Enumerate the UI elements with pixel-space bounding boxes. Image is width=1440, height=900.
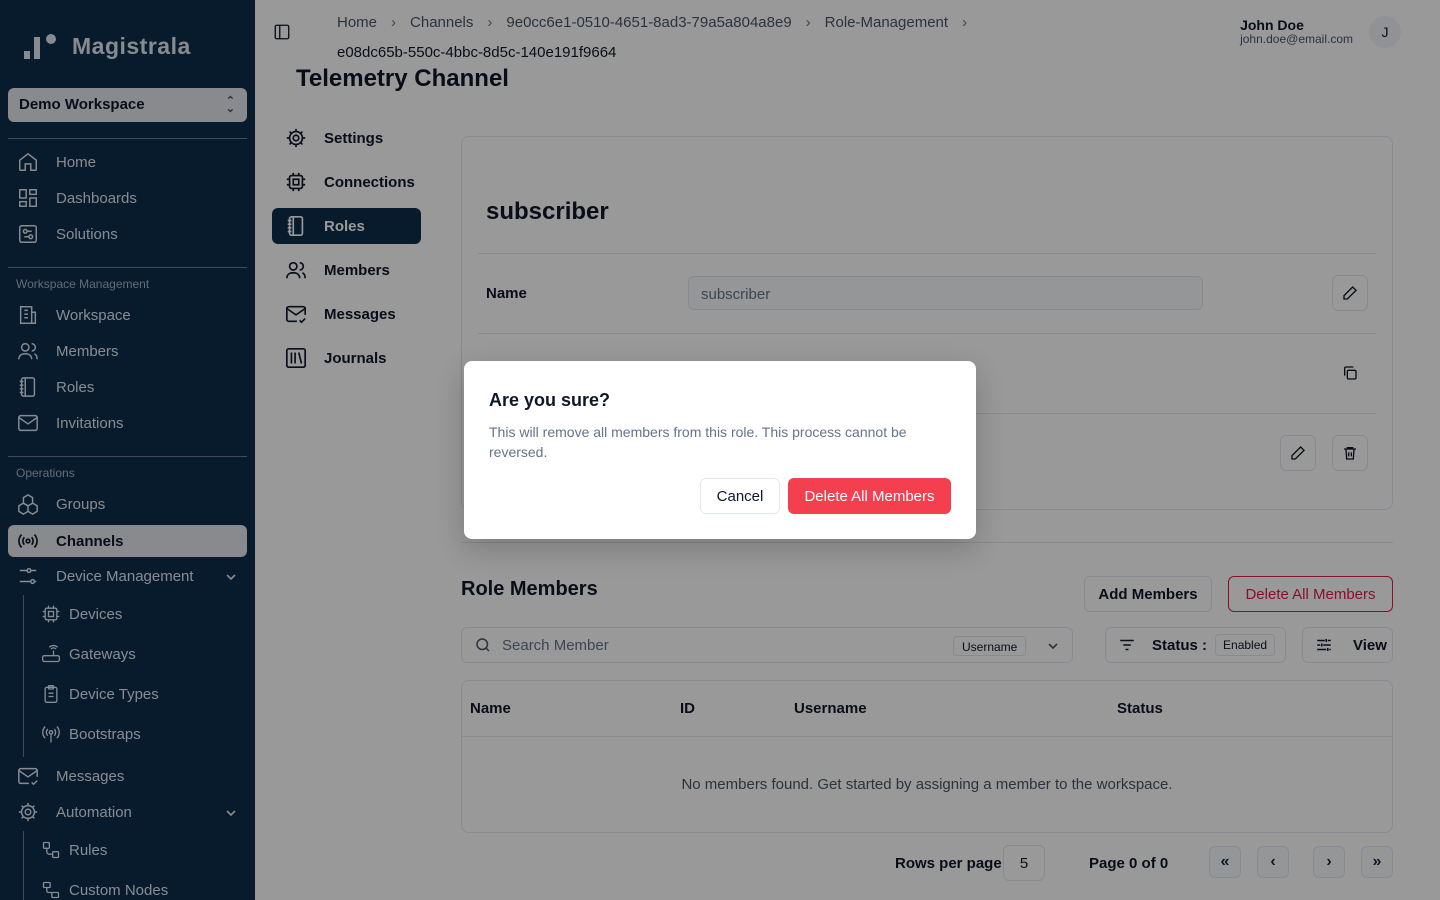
cancel-button[interactable]: Cancel <box>700 478 780 514</box>
confirm-delete-all-members-button[interactable]: Delete All Members <box>788 478 951 514</box>
confirm-dialog: Are you sure? This will remove all membe… <box>464 361 976 539</box>
dialog-description: This will remove all members from this r… <box>489 424 907 460</box>
dialog-title: Are you sure? <box>489 390 611 410</box>
